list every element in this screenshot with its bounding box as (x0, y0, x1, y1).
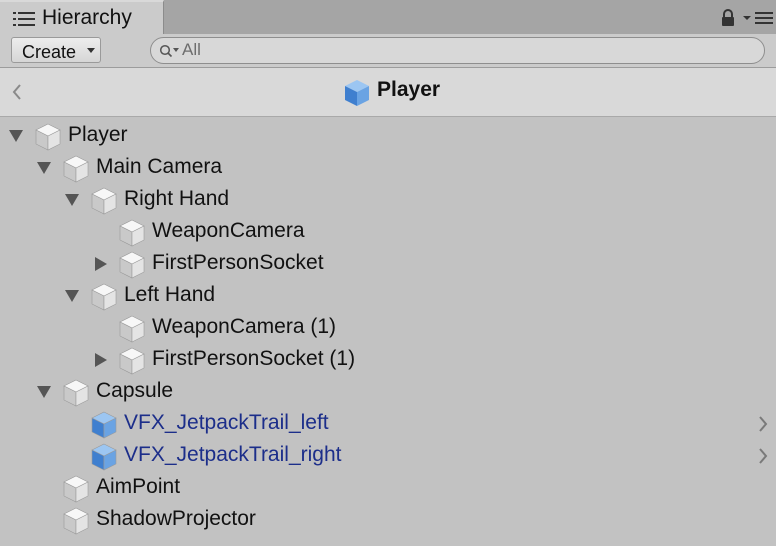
hierarchy-list-icon (13, 12, 35, 26)
toolbar: Create (0, 34, 776, 68)
open-prefab-chevron-icon[interactable] (757, 415, 769, 433)
tree-row[interactable]: Capsule (0, 375, 776, 407)
gameobject-cube-icon (35, 123, 61, 151)
collapse-arrow-icon[interactable] (92, 353, 108, 367)
gameobject-cube-icon (63, 475, 89, 503)
prefab-cube-icon (91, 443, 117, 471)
tree-row[interactable]: ShadowProjector (0, 503, 776, 535)
menu-icon[interactable] (742, 11, 774, 25)
gameobject-cube-icon (119, 251, 145, 279)
tree-row[interactable]: VFX_JetpackTrail_right (0, 439, 776, 471)
tab-hierarchy[interactable]: Hierarchy (0, 0, 164, 35)
create-button-label: Create (22, 42, 77, 62)
search-field[interactable] (150, 37, 765, 64)
search-icon (159, 44, 179, 58)
tree-row[interactable]: FirstPersonSocket (1) (0, 343, 776, 375)
gameobject-cube-icon (63, 507, 89, 535)
tree-row[interactable]: Main Camera (0, 151, 776, 183)
tab-title: Hierarchy (42, 6, 132, 29)
open-prefab-chevron-icon[interactable] (757, 447, 769, 465)
gameobject-cube-icon (91, 283, 117, 311)
gameobject-cube-icon (63, 155, 89, 183)
expand-arrow-icon[interactable] (8, 129, 24, 143)
tree-row[interactable]: Player (0, 119, 776, 151)
tree-row[interactable]: WeaponCamera (1) (0, 311, 776, 343)
tree-row[interactable]: WeaponCamera (0, 215, 776, 247)
expand-arrow-icon[interactable] (36, 161, 52, 175)
tree-item-label: VFX_JetpackTrail_left (124, 411, 329, 434)
tree-item-label: WeaponCamera (152, 219, 305, 242)
tab-bar: Hierarchy (0, 0, 776, 35)
prefab-cube-icon (345, 80, 369, 106)
tree-item-label: Left Hand (124, 283, 216, 306)
tree-item-label: FirstPersonSocket (1) (152, 347, 356, 370)
expand-arrow-icon[interactable] (64, 289, 80, 303)
tree-row[interactable]: Left Hand (0, 279, 776, 311)
prefab-mode-header: Player (0, 68, 776, 117)
gameobject-cube-icon (119, 219, 145, 247)
collapse-arrow-icon[interactable] (92, 257, 108, 271)
back-arrow-icon[interactable] (10, 83, 24, 101)
search-input[interactable] (182, 39, 742, 61)
expand-arrow-icon[interactable] (36, 385, 52, 399)
prefab-cube-icon (91, 411, 117, 439)
hierarchy-tree: Player Main Camera Right Hand WeaponCamera F… (0, 117, 776, 546)
tree-row[interactable]: Right Hand (0, 183, 776, 215)
gameobject-cube-icon (63, 379, 89, 407)
lock-icon[interactable] (720, 9, 736, 27)
tree-item-label: ShadowProjector (96, 507, 256, 530)
expand-arrow-icon[interactable] (64, 193, 80, 207)
tree-item-label: Main Camera (96, 155, 223, 178)
tree-item-label: FirstPersonSocket (152, 251, 324, 274)
tree-item-label: AimPoint (96, 475, 181, 498)
gameobject-cube-icon (119, 315, 145, 343)
tree-item-label: VFX_JetpackTrail_right (124, 443, 342, 466)
gameobject-cube-icon (91, 187, 117, 215)
prefab-title: Player (377, 78, 441, 101)
gameobject-cube-icon (119, 347, 145, 375)
caret-down-icon (87, 48, 95, 53)
tree-item-label: WeaponCamera (1) (152, 315, 337, 338)
tree-item-label: Capsule (96, 379, 174, 402)
tree-row[interactable]: VFX_JetpackTrail_left (0, 407, 776, 439)
tree-row[interactable]: AimPoint (0, 471, 776, 503)
tree-item-label: Player (68, 123, 128, 146)
tree-item-label: Right Hand (124, 187, 230, 210)
create-button[interactable]: Create (11, 37, 101, 63)
tree-row[interactable]: FirstPersonSocket (0, 247, 776, 279)
